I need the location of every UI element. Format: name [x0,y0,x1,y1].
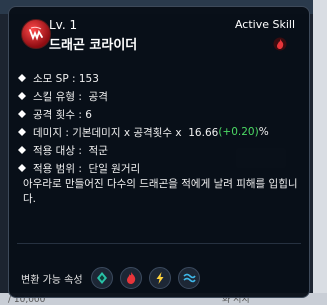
skill-icon [21,19,51,49]
stat-row-hits: 공격 횟수 : 6 [17,105,307,123]
damage-bonus: (+0.20) [218,126,259,138]
skill-type-label: Active Skill [234,18,295,31]
element-conversion-label: 변환 가능 속성 [21,274,83,286]
skill-level: Lv. 1 [49,18,78,32]
skill-stats: 소모 SP : 153 스킬 유형 : 공격 공격 횟수 : 6 데미지 : 기… [17,69,307,177]
diamond-bullet-icon [17,73,27,83]
stat-row-target: 적용 대상 : 적군 [17,141,307,159]
element-conversion-row: 변환 가능 속성 [21,267,207,289]
diamond-bullet-icon [17,163,27,173]
diamond-bullet-icon [17,145,27,155]
skill-tooltip: Lv. 1 드래곤 코라이더 Active Skill 소모 SP : 153 … [8,6,310,298]
skill-name: 드래곤 코라이더 [49,38,138,53]
diamond-bullet-icon [17,127,27,137]
stat-row-type: 스킬 유형 : 공격 [17,87,307,105]
skill-description: 아우라로 만들어진 다수의 드래곤을 적에게 날려 피해를 입힙니다. [23,178,298,205]
lightning-element-icon[interactable] [148,267,171,289]
diamond-bullet-icon [17,91,27,101]
stat-row-range: 적용 범위 : 단일 원거리 [17,159,307,177]
stat-row-sp: 소모 SP : 153 [17,69,307,87]
stat-row-damage: 데미지 : 기본데미지 x 공격횟수 x 16.66 (+0.20) % [17,123,307,141]
water-element-icon[interactable] [177,267,200,289]
background-right-panel [313,0,327,305]
divider [17,243,301,244]
wind-element-icon[interactable] [90,267,113,289]
fire-element-icon[interactable] [119,267,142,289]
diamond-bullet-icon [17,109,27,119]
fire-icon [273,37,287,51]
